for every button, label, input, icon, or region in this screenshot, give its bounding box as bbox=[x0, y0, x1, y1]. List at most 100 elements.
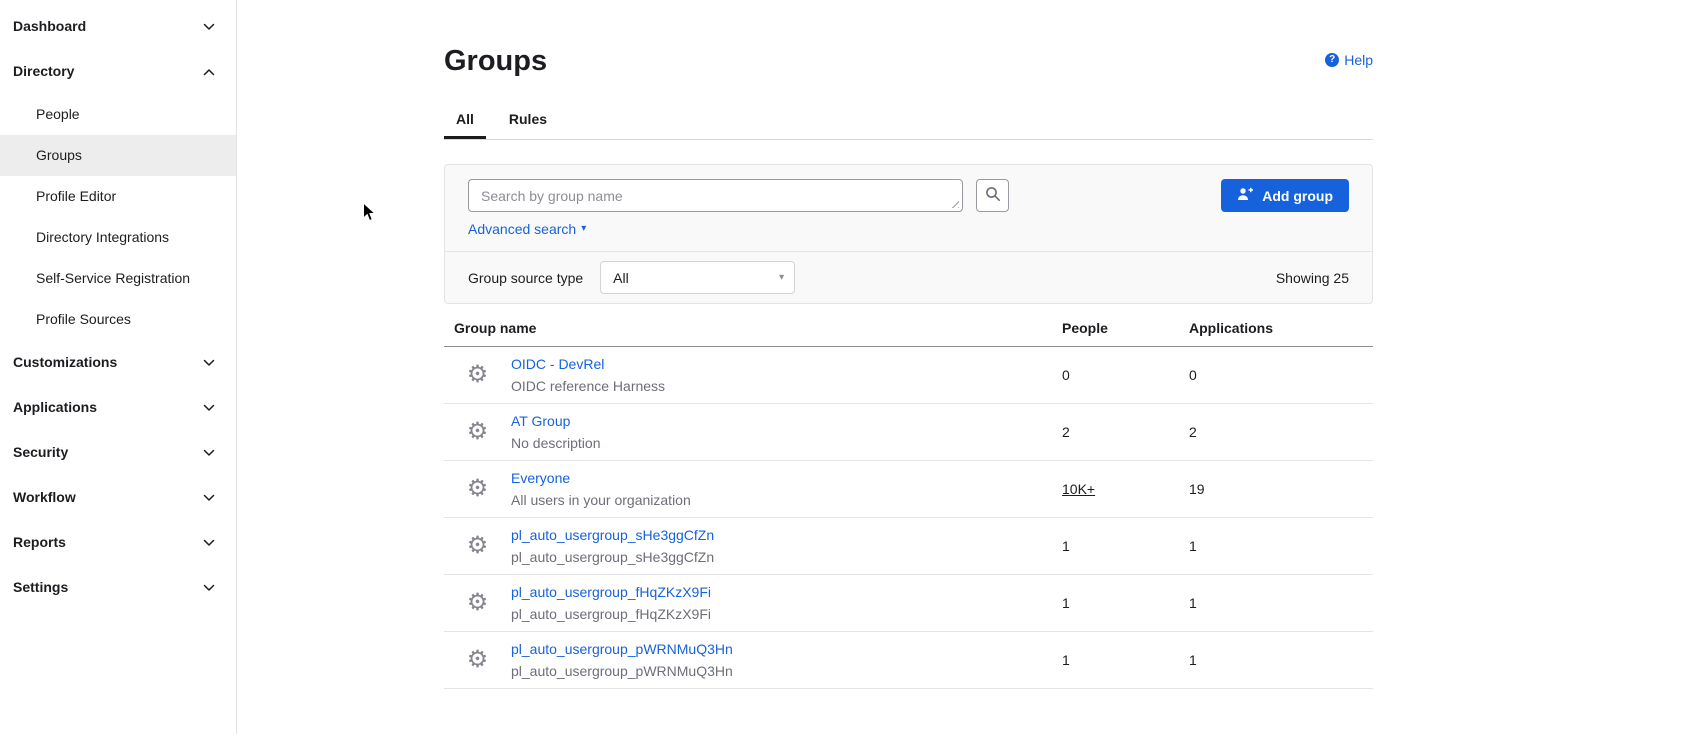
chevron-down-icon bbox=[203, 359, 215, 367]
main-content: ? Help Groups All Rules Add group bbox=[444, 0, 1373, 734]
sidebar-item-label: Customizations bbox=[13, 353, 117, 372]
groups-page: Dashboard Directory People Groups Profil… bbox=[0, 0, 1687, 734]
search-input[interactable] bbox=[468, 179, 963, 212]
group-source-type-select[interactable]: All ▾ bbox=[600, 261, 795, 294]
sidebar-item-self-service-registration[interactable]: Self-Service Registration bbox=[0, 258, 236, 299]
tab-all[interactable]: All bbox=[444, 111, 486, 139]
search-button[interactable] bbox=[976, 179, 1009, 212]
chevron-down-icon bbox=[203, 23, 215, 31]
group-source-type-label: Group source type bbox=[468, 270, 583, 286]
sidebar-item-label: Applications bbox=[13, 398, 97, 417]
column-header-applications: Applications bbox=[1189, 320, 1373, 336]
sidebar-item-applications[interactable]: Applications bbox=[0, 385, 236, 430]
group-description: pl_auto_usergroup_fHqZKzX9Fi bbox=[511, 603, 1062, 625]
sidebar-item-directory-integrations[interactable]: Directory Integrations bbox=[0, 217, 236, 258]
column-header-group-name: Group name bbox=[444, 320, 1062, 336]
add-group-button[interactable]: Add group bbox=[1221, 179, 1349, 212]
group-name-cell: pl_auto_usergroup_pWRNMuQ3Hn pl_auto_use… bbox=[511, 638, 1062, 682]
sidebar-item-label: Workflow bbox=[13, 488, 76, 507]
gear-icon: ⚙ bbox=[467, 420, 489, 444]
applications-count: 1 bbox=[1189, 652, 1373, 668]
showing-count: Showing 25 bbox=[1276, 270, 1349, 286]
table-row: ⚙ pl_auto_usergroup_pWRNMuQ3Hn pl_auto_u… bbox=[444, 632, 1373, 689]
search-row: Add group Advanced search ▾ bbox=[445, 165, 1372, 251]
group-icon: ⚙ bbox=[444, 363, 511, 387]
tab-rules[interactable]: Rules bbox=[497, 111, 559, 139]
people-count-link[interactable]: 10K+ bbox=[1062, 481, 1095, 497]
advanced-search-link[interactable]: Advanced search ▾ bbox=[468, 221, 586, 237]
table-row: ⚙ pl_auto_usergroup_sHe3ggCfZn pl_auto_u… bbox=[444, 518, 1373, 575]
select-value: All bbox=[613, 270, 629, 286]
groups-toolbar-panel: Add group Advanced search ▾ Group source… bbox=[444, 164, 1373, 304]
table-row: ⚙ OIDC - DevRel OIDC reference Harness 0… bbox=[444, 347, 1373, 404]
group-icon: ⚙ bbox=[444, 420, 511, 444]
help-link[interactable]: ? Help bbox=[1325, 52, 1373, 68]
chevron-down-icon bbox=[203, 539, 215, 547]
groups-table: Group name People Applications ⚙ OIDC - … bbox=[444, 312, 1373, 689]
sidebar-item-customizations[interactable]: Customizations bbox=[0, 340, 236, 385]
group-name-link[interactable]: pl_auto_usergroup_pWRNMuQ3Hn bbox=[511, 638, 1062, 660]
chevron-down-icon bbox=[203, 584, 215, 592]
sidebar-item-profile-editor[interactable]: Profile Editor bbox=[0, 176, 236, 217]
group-name-link[interactable]: OIDC - DevRel bbox=[511, 353, 1062, 375]
sidebar-item-label: Settings bbox=[13, 578, 68, 597]
sidebar-item-people[interactable]: People bbox=[0, 94, 236, 135]
gear-icon: ⚙ bbox=[467, 363, 489, 387]
gear-icon: ⚙ bbox=[467, 477, 489, 501]
group-description: OIDC reference Harness bbox=[511, 375, 1062, 397]
search-icon bbox=[985, 186, 1001, 205]
group-description: pl_auto_usergroup_pWRNMuQ3Hn bbox=[511, 660, 1062, 682]
help-icon: ? bbox=[1325, 53, 1339, 67]
sidebar-item-reports[interactable]: Reports bbox=[0, 520, 236, 565]
gear-icon: ⚙ bbox=[467, 591, 489, 615]
caret-down-icon: ▾ bbox=[581, 224, 586, 234]
help-label: Help bbox=[1344, 52, 1373, 68]
table-row: ⚙ pl_auto_usergroup_fHqZKzX9Fi pl_auto_u… bbox=[444, 575, 1373, 632]
advanced-search-label: Advanced search bbox=[468, 221, 576, 237]
page-title: Groups bbox=[444, 44, 1373, 78]
sidebar-item-profile-sources[interactable]: Profile Sources bbox=[0, 299, 236, 340]
group-icon: ⚙ bbox=[444, 648, 511, 672]
filter-row: Group source type All ▾ Showing 25 bbox=[445, 252, 1372, 303]
sidebar-item-security[interactable]: Security bbox=[0, 430, 236, 475]
group-name-link[interactable]: Everyone bbox=[511, 467, 1062, 489]
group-name-cell: OIDC - DevRel OIDC reference Harness bbox=[511, 353, 1062, 397]
caret-down-icon: ▾ bbox=[779, 273, 784, 283]
add-user-icon bbox=[1237, 187, 1254, 204]
sidebar-item-label: Directory bbox=[13, 62, 74, 81]
sidebar-item-workflow[interactable]: Workflow bbox=[0, 475, 236, 520]
group-name-cell: pl_auto_usergroup_fHqZKzX9Fi pl_auto_use… bbox=[511, 581, 1062, 625]
group-description: All users in your organization bbox=[511, 489, 1062, 511]
applications-count: 1 bbox=[1189, 595, 1373, 611]
people-count: 1 bbox=[1062, 595, 1189, 611]
group-name-link[interactable]: AT Group bbox=[511, 410, 1062, 432]
group-name-link[interactable]: pl_auto_usergroup_fHqZKzX9Fi bbox=[511, 581, 1062, 603]
applications-count: 2 bbox=[1189, 424, 1373, 440]
people-count: 0 bbox=[1062, 367, 1189, 383]
column-header-people: People bbox=[1062, 320, 1189, 336]
add-group-label: Add group bbox=[1262, 188, 1333, 204]
group-description: No description bbox=[511, 432, 1062, 454]
people-count: 1 bbox=[1062, 652, 1189, 668]
search-input-wrap bbox=[468, 179, 963, 212]
group-icon: ⚙ bbox=[444, 591, 511, 615]
sidebar: Dashboard Directory People Groups Profil… bbox=[0, 0, 237, 734]
gear-icon: ⚙ bbox=[467, 648, 489, 672]
table-row: ⚙ AT Group No description 2 2 bbox=[444, 404, 1373, 461]
group-description: pl_auto_usergroup_sHe3ggCfZn bbox=[511, 546, 1062, 568]
group-name-cell: AT Group No description bbox=[511, 410, 1062, 454]
sidebar-item-groups[interactable]: Groups bbox=[0, 135, 236, 176]
chevron-down-icon bbox=[203, 404, 215, 412]
sidebar-item-settings[interactable]: Settings bbox=[0, 565, 236, 610]
table-header-row: Group name People Applications bbox=[444, 312, 1373, 347]
people-count: 2 bbox=[1062, 424, 1189, 440]
group-icon: ⚙ bbox=[444, 477, 511, 501]
gear-icon: ⚙ bbox=[467, 534, 489, 558]
group-name-cell: Everyone All users in your organization bbox=[511, 467, 1062, 511]
mouse-cursor bbox=[362, 202, 377, 228]
group-name-cell: pl_auto_usergroup_sHe3ggCfZn pl_auto_use… bbox=[511, 524, 1062, 568]
sidebar-item-dashboard[interactable]: Dashboard bbox=[0, 4, 236, 49]
applications-count: 19 bbox=[1189, 481, 1373, 497]
sidebar-item-directory[interactable]: Directory bbox=[0, 49, 236, 94]
group-name-link[interactable]: pl_auto_usergroup_sHe3ggCfZn bbox=[511, 524, 1062, 546]
